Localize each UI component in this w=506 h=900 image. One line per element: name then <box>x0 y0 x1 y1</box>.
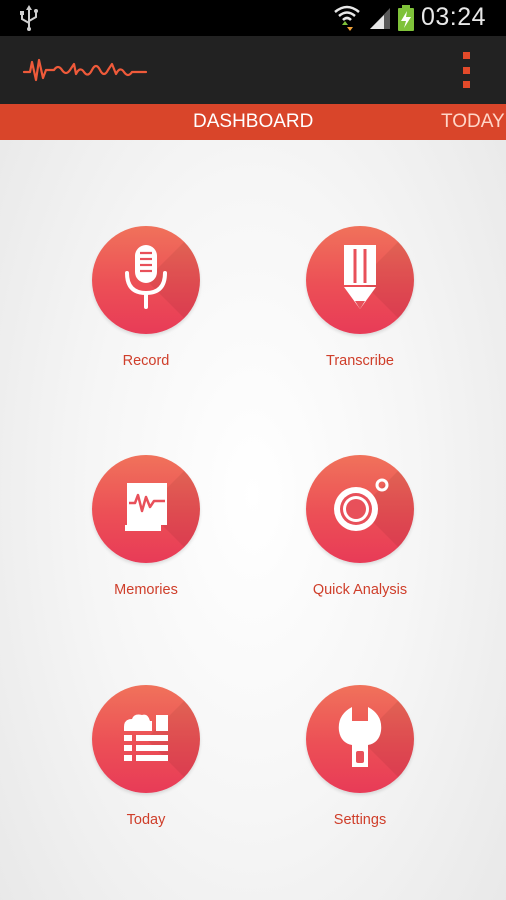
memories-label: Memories <box>114 582 178 598</box>
wrench-icon <box>335 705 385 774</box>
transcribe-button[interactable] <box>306 226 414 334</box>
tab-dashboard[interactable]: DASHBOARD <box>193 104 313 140</box>
dashboard-item-settings[interactable]: Settings <box>270 685 450 855</box>
usb-icon <box>18 5 40 36</box>
microphone-icon <box>121 243 171 318</box>
status-bar: 03:24 <box>0 0 506 36</box>
record-label: Record <box>122 353 170 369</box>
pencil-icon <box>340 243 380 318</box>
transcribe-label: Transcribe <box>326 353 394 369</box>
settings-button[interactable] <box>306 685 414 793</box>
tab-strip: DASHBOARD TODAY <box>0 104 506 140</box>
memories-icon <box>121 481 171 538</box>
memories-button[interactable] <box>92 455 200 563</box>
app-logo[interactable] <box>22 54 148 91</box>
quick-analysis-button[interactable] <box>306 455 414 563</box>
dashboard-item-quick-analysis[interactable]: Quick Analysis <box>270 455 450 625</box>
record-button[interactable] <box>92 226 200 334</box>
dashboard-item-today[interactable]: Today <box>56 685 236 855</box>
quick-analysis-label: Quick Analysis <box>312 582 408 598</box>
dashboard-item-transcribe[interactable]: Transcribe <box>270 226 450 396</box>
status-clock: 03:24 <box>420 3 486 31</box>
battery-charging-icon <box>397 5 415 36</box>
action-bar <box>0 36 506 104</box>
dashboard-item-memories[interactable]: Memories <box>56 455 236 625</box>
today-label: Today <box>126 812 166 828</box>
settings-label: Settings <box>333 812 387 828</box>
overflow-menu-icon[interactable] <box>454 52 478 88</box>
dashboard-item-record[interactable]: Record <box>56 226 236 396</box>
signal-icon <box>368 6 392 35</box>
tab-today[interactable]: TODAY <box>441 104 505 140</box>
camera-icon <box>330 477 390 542</box>
today-list-icon <box>120 711 172 768</box>
today-button[interactable] <box>92 685 200 793</box>
wifi-icon <box>334 4 360 37</box>
